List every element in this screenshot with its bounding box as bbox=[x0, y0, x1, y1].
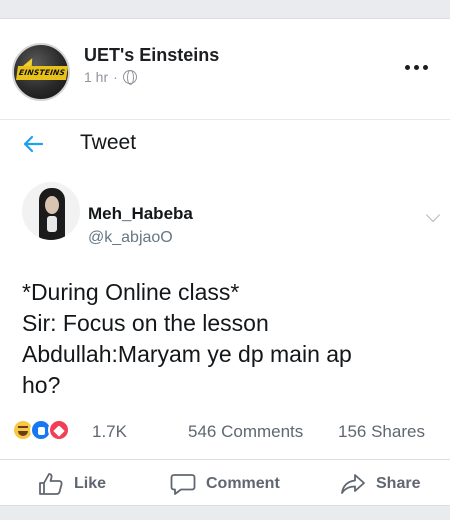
reaction-icons[interactable] bbox=[12, 419, 92, 441]
post-actions: Like Comment Share bbox=[0, 459, 450, 507]
meta-separator: · bbox=[113, 69, 118, 85]
post-stats: 1.7K 546 Comments 156 Shares bbox=[0, 409, 450, 449]
share-label: Share bbox=[376, 475, 421, 492]
love-reaction-icon bbox=[48, 419, 70, 441]
page-avatar[interactable]: EINSTEINS bbox=[12, 43, 70, 101]
back-arrow-icon[interactable] bbox=[22, 134, 44, 154]
reaction-count[interactable]: 1.7K bbox=[92, 422, 127, 442]
comment-button[interactable]: Comment bbox=[170, 470, 280, 498]
post-header: EINSTEINS UET's Einsteins 1 hr · bbox=[0, 19, 450, 107]
feed-top-spacer bbox=[0, 0, 450, 18]
like-button[interactable]: Like bbox=[38, 470, 106, 498]
tweet-text: *During Online class* Sir: Focus on the … bbox=[22, 277, 437, 401]
more-options-icon[interactable] bbox=[396, 55, 436, 79]
comments-count[interactable]: 546 Comments bbox=[188, 422, 303, 442]
user-display-name[interactable]: Meh_Habeba bbox=[88, 204, 193, 224]
tweet-header-bar: Tweet bbox=[0, 119, 450, 169]
share-button[interactable]: Share bbox=[340, 470, 420, 498]
page-name[interactable]: UET's Einsteins bbox=[84, 45, 219, 66]
comment-bubble-icon bbox=[170, 474, 196, 495]
comment-label: Comment bbox=[206, 475, 280, 492]
chevron-down-icon[interactable] bbox=[425, 207, 441, 223]
user-avatar[interactable] bbox=[22, 182, 80, 240]
tweet-header-title: Tweet bbox=[80, 131, 137, 154]
post-card: EINSTEINS UET's Einsteins 1 hr · Tweet M… bbox=[0, 18, 450, 506]
tweet-text-line: Sir: Focus on the lesson bbox=[22, 310, 269, 336]
page-logo-text: EINSTEINS bbox=[16, 66, 68, 80]
thumbs-up-icon bbox=[39, 473, 63, 495]
tweet-text-line: ho? bbox=[22, 372, 61, 398]
like-label: Like bbox=[74, 475, 107, 492]
post-meta: 1 hr · bbox=[84, 69, 137, 85]
tweet-text-line: *During Online class* bbox=[22, 279, 240, 305]
user-handle[interactable]: @k_abjaoO bbox=[88, 229, 173, 247]
post-time[interactable]: 1 hr bbox=[84, 69, 108, 85]
feed-bottom-spacer bbox=[0, 506, 450, 520]
share-arrow-icon bbox=[341, 474, 365, 494]
globe-icon bbox=[122, 70, 137, 85]
tweet-author: Meh_Habeba @k_abjaoO bbox=[0, 174, 450, 254]
tweet-text-line: Abdullah:Maryam ye dp main ap bbox=[22, 341, 352, 367]
shares-count[interactable]: 156 Shares bbox=[338, 422, 425, 442]
